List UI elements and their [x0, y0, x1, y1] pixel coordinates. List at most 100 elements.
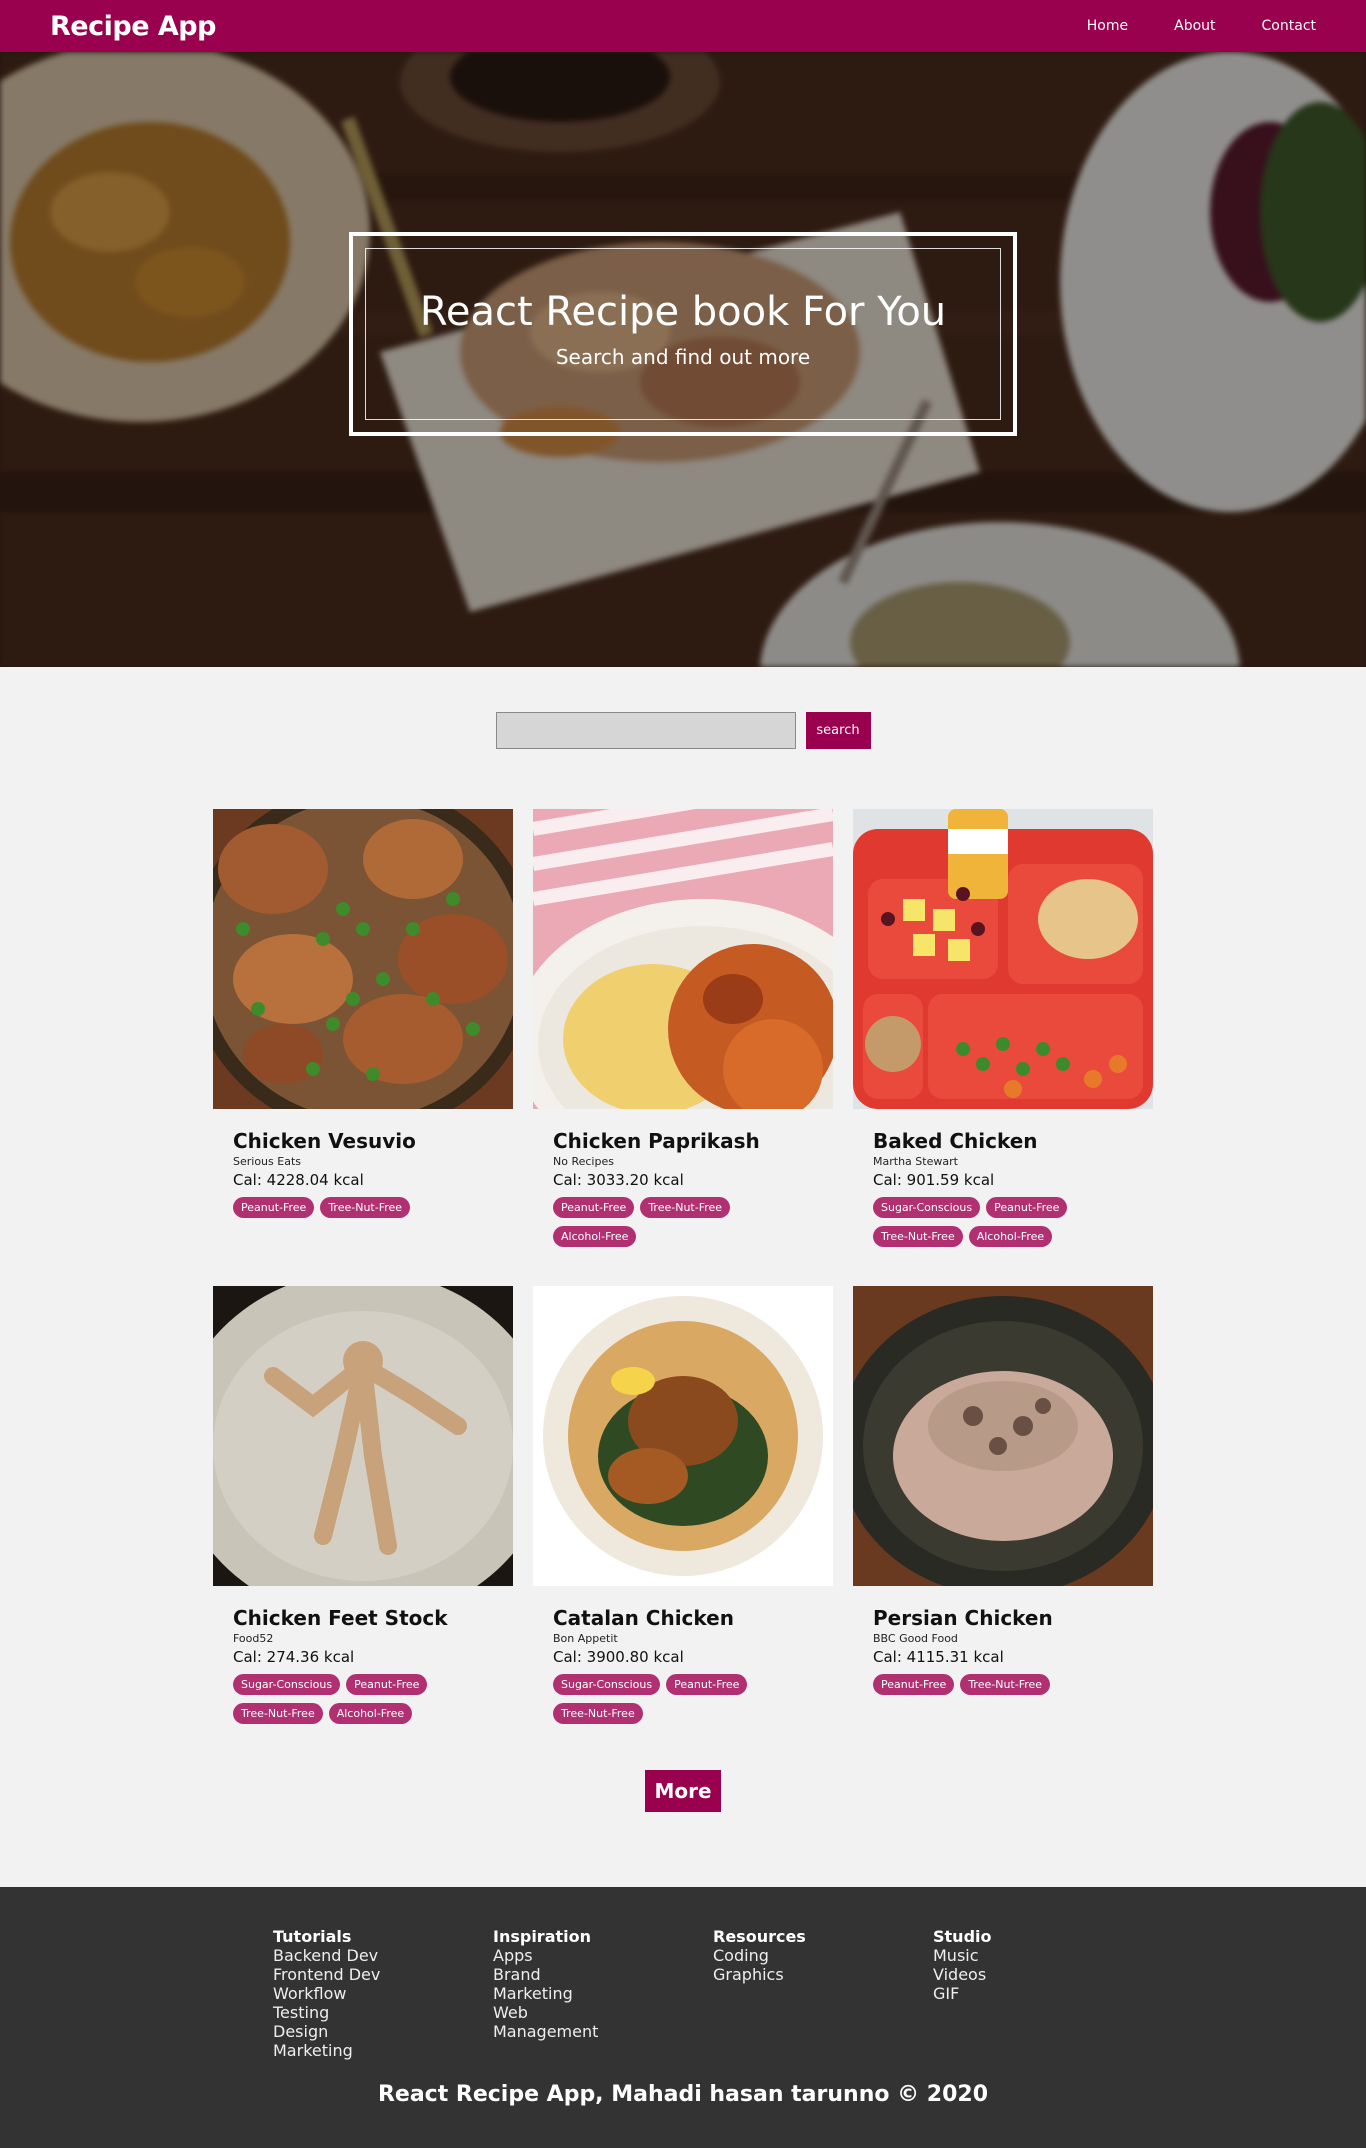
hero-title: React Recipe book For You — [419, 289, 947, 335]
footer-link[interactable]: Design — [273, 2022, 493, 2041]
footer-link[interactable]: Management — [493, 2022, 713, 2041]
recipe-card-body: Chicken Vesuvio Serious Eats Cal: 4228.0… — [213, 1109, 513, 1218]
hero-subtitle: Search and find out more — [555, 345, 811, 369]
diet-tag: Sugar-Conscious — [233, 1674, 341, 1695]
more-button[interactable]: More — [645, 1770, 721, 1812]
diet-tag: Alcohol-Free — [968, 1226, 1053, 1247]
hero-title-inner: React Recipe book For You Search and fin… — [365, 248, 1001, 420]
recipe-card-body: Catalan Chicken Bon Appetit Cal: 3900.80… — [533, 1586, 833, 1724]
footer-link[interactable]: Workflow — [273, 1984, 493, 2003]
recipe-title[interactable]: Baked Chicken — [873, 1129, 1133, 1153]
diet-tag: Tree-Nut-Free — [960, 1674, 1051, 1695]
diet-tag: Peanut-Free — [986, 1197, 1068, 1218]
recipe-title[interactable]: Chicken Paprikash — [553, 1129, 813, 1153]
recipe-card[interactable]: Baked Chicken Martha Stewart Cal: 901.59… — [853, 809, 1153, 1286]
diet-tag: Peanut-Free — [346, 1674, 428, 1695]
footer-columns: Tutorials Backend Dev Frontend Dev Workf… — [0, 1887, 1366, 2060]
diet-tag: Tree-Nut-Free — [640, 1197, 731, 1218]
recipe-card-body: Chicken Feet Stock Food52 Cal: 274.36 kc… — [213, 1586, 513, 1724]
recipe-tags: Peanut-Free Tree-Nut-Free — [873, 1674, 1133, 1695]
diet-tag: Peanut-Free — [553, 1197, 635, 1218]
recipe-source: BBC Good Food — [873, 1632, 958, 1645]
nav-link-contact[interactable]: Contact — [1216, 18, 1316, 34]
footer-link[interactable]: Web — [493, 2003, 713, 2022]
footer-link[interactable]: Brand — [493, 1965, 713, 1984]
recipe-card-body: Chicken Paprikash No Recipes Cal: 3033.2… — [533, 1109, 833, 1247]
diet-tag: Peanut-Free — [873, 1674, 955, 1695]
baked-chicken-photo — [853, 809, 1153, 1109]
chicken-paprikash-photo — [533, 809, 833, 1109]
recipe-title[interactable]: Catalan Chicken — [553, 1606, 813, 1630]
search-button[interactable]: search — [805, 712, 871, 749]
search-form: search — [0, 712, 1366, 749]
diet-tag: Tree-Nut-Free — [873, 1226, 963, 1247]
footer-column-title: Tutorials — [273, 1927, 352, 1946]
footer-column-tutorials: Tutorials Backend Dev Frontend Dev Workf… — [273, 1927, 493, 2060]
recipe-card[interactable]: Catalan Chicken Bon Appetit Cal: 3900.80… — [533, 1286, 833, 1763]
recipe-calories: Cal: 274.36 kcal — [233, 1648, 355, 1666]
footer-link[interactable]: Music — [933, 1946, 1153, 1965]
recipe-source: No Recipes — [553, 1155, 614, 1168]
recipe-title[interactable]: Chicken Feet Stock — [233, 1606, 493, 1630]
recipe-calories: Cal: 4228.04 kcal — [233, 1171, 364, 1189]
recipe-card-body: Baked Chicken Martha Stewart Cal: 901.59… — [853, 1109, 1153, 1247]
search-input[interactable] — [495, 712, 796, 749]
nav-links: Home About Contact — [1041, 18, 1316, 34]
recipe-card-body: Persian Chicken BBC Good Food Cal: 4115.… — [853, 1586, 1153, 1695]
recipe-tags: Peanut-Free Tree-Nut-Free — [233, 1197, 493, 1218]
footer-column-title: Inspiration — [493, 1927, 592, 1946]
recipe-tags: Sugar-Conscious Peanut-Free Tree-Nut-Fre… — [233, 1674, 493, 1724]
recipe-title[interactable]: Persian Chicken — [873, 1606, 1133, 1630]
recipe-tags: Peanut-Free Tree-Nut-Free Alcohol-Free — [553, 1197, 813, 1247]
catalan-chicken-photo — [533, 1286, 833, 1586]
diet-tag: Alcohol-Free — [328, 1703, 413, 1724]
footer-column-resources: Resources Coding Graphics — [713, 1927, 933, 2060]
more-row: More — [0, 1770, 1366, 1812]
footer-link[interactable]: Videos — [933, 1965, 1153, 1984]
brand-logo[interactable]: Recipe App — [50, 11, 216, 42]
recipe-source: Food52 — [233, 1632, 274, 1645]
navbar: Recipe App Home About Contact — [0, 0, 1366, 52]
recipe-tags: Sugar-Conscious Peanut-Free Tree-Nut-Fre… — [873, 1197, 1133, 1247]
recipe-tags: Sugar-Conscious Peanut-Free Tree-Nut-Fre… — [553, 1674, 813, 1724]
recipe-calories: Cal: 4115.31 kcal — [873, 1648, 1004, 1666]
recipe-card[interactable]: Persian Chicken BBC Good Food Cal: 4115.… — [853, 1286, 1153, 1763]
recipe-card[interactable]: Chicken Feet Stock Food52 Cal: 274.36 kc… — [213, 1286, 513, 1763]
diet-tag: Tree-Nut-Free — [233, 1703, 323, 1724]
diet-tag: Sugar-Conscious — [553, 1674, 661, 1695]
recipe-calories: Cal: 3033.20 kcal — [553, 1171, 684, 1189]
footer-link[interactable]: Marketing — [493, 1984, 713, 2003]
nav-link-home[interactable]: Home — [1041, 18, 1128, 34]
diet-tag: Alcohol-Free — [553, 1226, 637, 1247]
footer-link[interactable]: Coding — [713, 1946, 933, 1965]
diet-tag: Sugar-Conscious — [873, 1197, 981, 1218]
footer-link[interactable]: Graphics — [713, 1965, 933, 1984]
recipe-source: Martha Stewart — [873, 1155, 958, 1168]
chicken-feet-stock-photo — [213, 1286, 513, 1586]
footer-link[interactable]: Frontend Dev — [273, 1965, 493, 1984]
recipe-source: Serious Eats — [233, 1155, 301, 1168]
hero-title-frame: React Recipe book For You Search and fin… — [349, 232, 1017, 436]
recipe-title[interactable]: Chicken Vesuvio — [233, 1129, 493, 1153]
footer-link[interactable]: Backend Dev — [273, 1946, 493, 1965]
footer-column-inspiration: Inspiration Apps Brand Marketing Web Man… — [493, 1927, 713, 2060]
recipe-source: Bon Appetit — [553, 1632, 618, 1645]
recipe-card[interactable]: Chicken Vesuvio Serious Eats Cal: 4228.0… — [213, 809, 513, 1286]
footer-column-studio: Studio Music Videos GIF — [933, 1927, 1153, 2060]
recipe-calories: Cal: 901.59 kcal — [873, 1171, 995, 1189]
footer: Tutorials Backend Dev Frontend Dev Workf… — [0, 1887, 1366, 2148]
persian-chicken-photo — [853, 1286, 1153, 1586]
recipe-calories: Cal: 3900.80 kcal — [553, 1648, 684, 1666]
diet-tag: Tree-Nut-Free — [553, 1703, 643, 1724]
footer-column-title: Resources — [713, 1927, 806, 1946]
diet-tag: Peanut-Free — [666, 1674, 748, 1695]
footer-link[interactable]: Testing — [273, 2003, 493, 2022]
footer-link[interactable]: Apps — [493, 1946, 713, 1965]
recipe-card[interactable]: Chicken Paprikash No Recipes Cal: 3033.2… — [533, 809, 833, 1286]
footer-link[interactable]: Marketing — [273, 2041, 493, 2060]
copyright-text: React Recipe App, Mahadi hasan tarunno ©… — [377, 2082, 989, 2107]
nav-link-about[interactable]: About — [1128, 18, 1215, 34]
chicken-vesuvio-photo — [213, 809, 513, 1109]
footer-column-title: Studio — [933, 1927, 992, 1946]
footer-link[interactable]: GIF — [933, 1984, 1153, 2003]
